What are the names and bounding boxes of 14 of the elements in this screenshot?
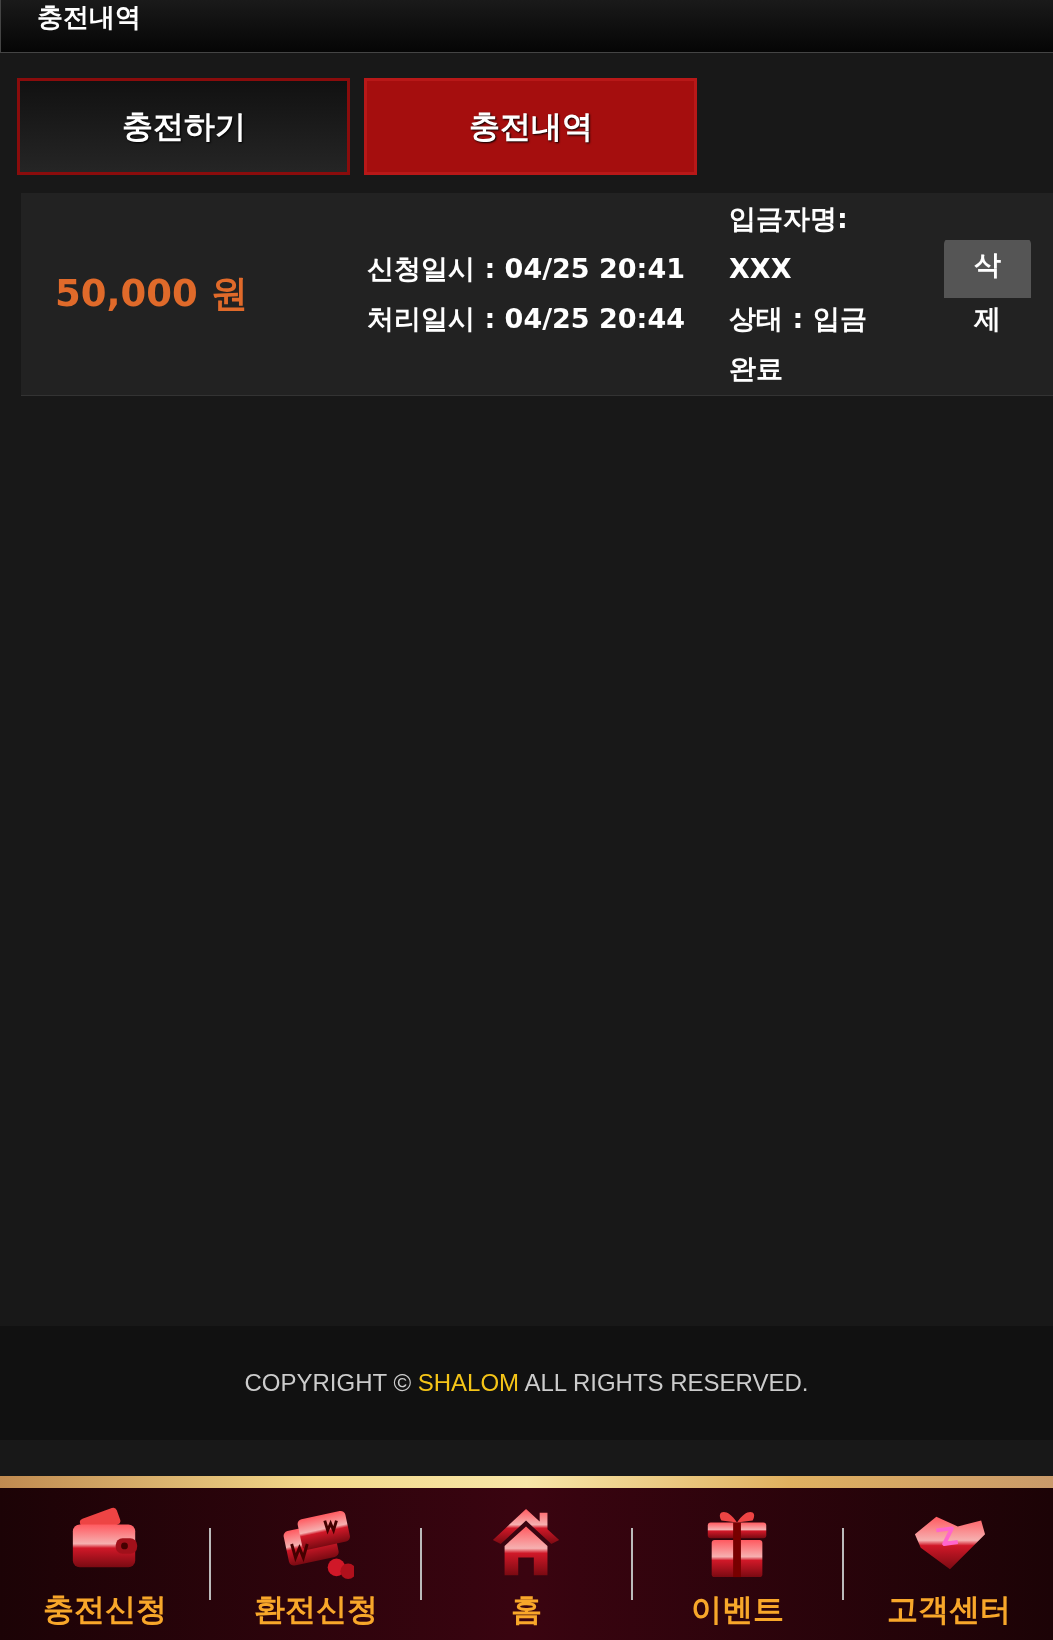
deposit-status: 상태 : 입금완료 bbox=[729, 302, 868, 386]
nav-label[interactable]: 이벤트 bbox=[691, 1589, 784, 1631]
tab[interactable]: 충전내역 bbox=[364, 78, 697, 175]
tab[interactable]: 충전하기 bbox=[17, 78, 350, 175]
page-title: 충전내역 bbox=[36, 1, 141, 32]
nav-label[interactable]: 홈 bbox=[511, 1589, 542, 1631]
copyright-text: COPYRIGHT © SHALOM ALL RIGHTS RESERVED. bbox=[244, 1369, 809, 1397]
nav-label[interactable]: 환전신청 bbox=[253, 1589, 378, 1631]
nav-label[interactable]: 충전신청 bbox=[42, 1589, 167, 1631]
nav-label[interactable]: 고객센터 bbox=[886, 1589, 1011, 1631]
amount: 50,000 원 bbox=[54, 271, 249, 317]
process-time: 처리일시 : 04/25 20:44 bbox=[367, 302, 686, 336]
request-time: 신청일시 : 04/25 20:41 bbox=[367, 252, 686, 286]
depositor-name: 입금자명: XXX bbox=[729, 202, 849, 286]
